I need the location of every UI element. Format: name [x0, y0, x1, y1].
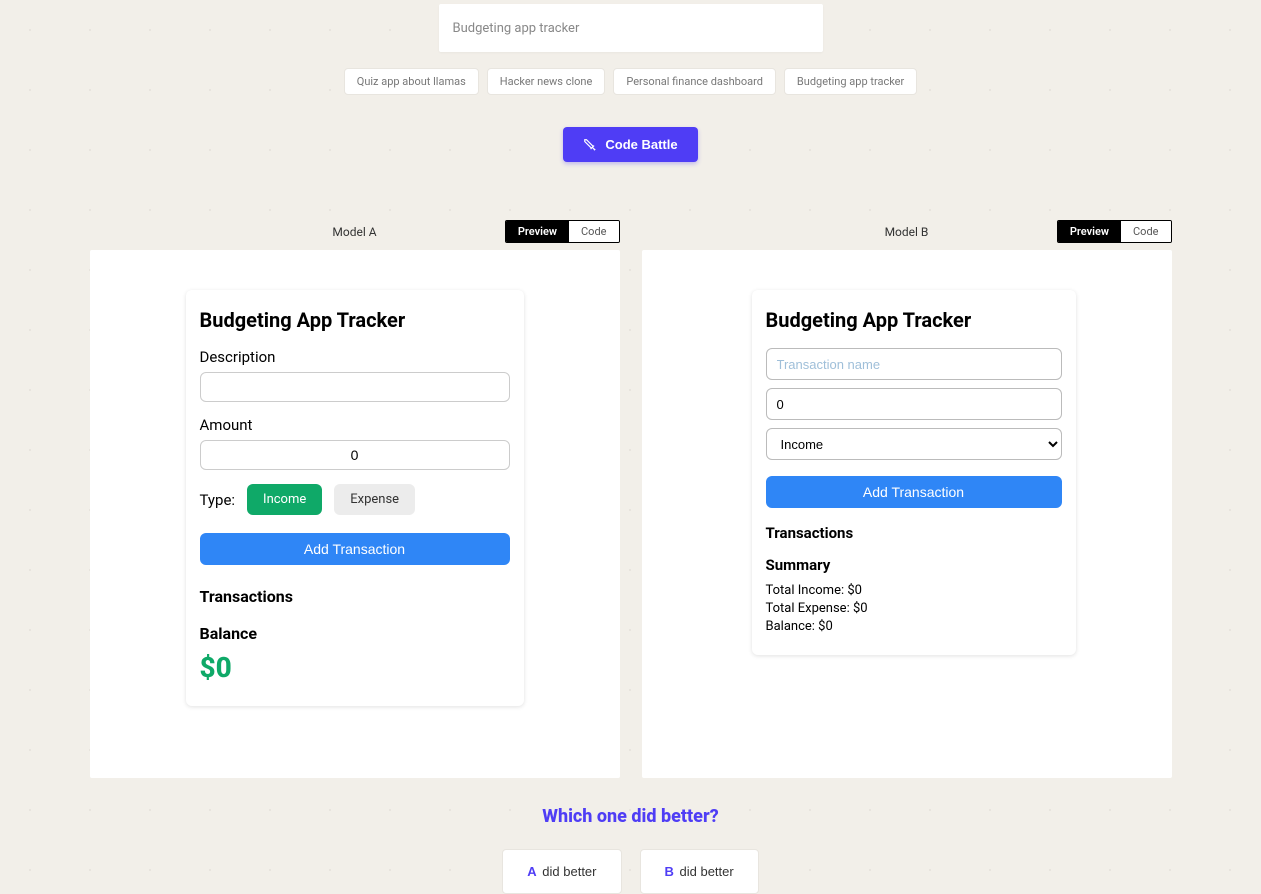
panel-a-code-tab[interactable]: Code: [569, 221, 618, 242]
panel-model-a: Model A Preview Code Budgeting App Track…: [90, 220, 620, 778]
vote-b-letter: B: [665, 864, 674, 879]
vote-a-button[interactable]: A did better: [502, 849, 621, 894]
chip-budgeting-tracker[interactable]: Budgeting app tracker: [784, 68, 917, 95]
app-b-add-transaction-button[interactable]: Add Transaction: [766, 476, 1062, 508]
panel-b-view-toggle: Preview Code: [1057, 220, 1172, 243]
app-a-transactions-heading: Transactions: [200, 587, 510, 606]
chip-hacker-news[interactable]: Hacker news clone: [487, 68, 606, 95]
code-battle-label: Code Battle: [605, 137, 677, 152]
panel-a-body: Budgeting App Tracker Description Amount…: [90, 250, 620, 778]
app-b-total-expense: Total Expense: $0: [766, 600, 1062, 618]
app-a-description-input[interactable]: [200, 372, 510, 402]
chip-personal-finance[interactable]: Personal finance dashboard: [613, 68, 776, 95]
app-a-add-transaction-button[interactable]: Add Transaction: [200, 533, 510, 565]
code-battle-button[interactable]: Code Battle: [563, 127, 697, 162]
prompt-input-text: Budgeting app tracker: [453, 21, 580, 36]
panel-b-title: Model B: [885, 225, 929, 239]
panel-a-view-toggle: Preview Code: [505, 220, 620, 243]
app-b-type-select[interactable]: Income: [766, 428, 1062, 460]
app-b-title: Budgeting App Tracker: [766, 308, 1062, 332]
swords-icon: [583, 138, 597, 152]
app-a-amount-label: Amount: [200, 416, 510, 434]
app-a-expense-button[interactable]: Expense: [334, 484, 415, 515]
app-b-card: Budgeting App Tracker Income Add Transac…: [752, 290, 1076, 655]
app-b-amount-input[interactable]: [766, 388, 1062, 420]
panel-b-code-tab[interactable]: Code: [1121, 221, 1170, 242]
panel-b-preview-tab[interactable]: Preview: [1058, 221, 1121, 242]
panel-a-title: Model A: [332, 225, 376, 239]
vote-b-button[interactable]: B did better: [640, 849, 759, 894]
chip-quiz-llamas[interactable]: Quiz app about llamas: [344, 68, 479, 95]
panel-model-b: Model B Preview Code Budgeting App Track…: [642, 220, 1172, 778]
vote-b-text: did better: [676, 864, 734, 879]
vote-title: Which one did better?: [0, 806, 1261, 827]
app-b-balance: Balance: $0: [766, 618, 1062, 636]
panel-a-preview-tab[interactable]: Preview: [506, 221, 569, 242]
prompt-input[interactable]: Budgeting app tracker: [439, 4, 823, 52]
app-a-balance-label: Balance: [200, 624, 510, 643]
app-b-summary-heading: Summary: [766, 556, 1062, 574]
app-b-name-input[interactable]: [766, 348, 1062, 380]
app-a-title: Budgeting App Tracker: [200, 308, 510, 332]
app-b-total-income: Total Income: $0: [766, 582, 1062, 600]
app-a-description-label: Description: [200, 348, 510, 366]
panel-b-body: Budgeting App Tracker Income Add Transac…: [642, 250, 1172, 778]
app-a-balance-value: $0: [200, 651, 510, 684]
vote-a-letter: A: [527, 864, 536, 879]
app-a-amount-input[interactable]: [200, 440, 510, 470]
app-a-type-label: Type:: [200, 491, 236, 509]
app-a-card: Budgeting App Tracker Description Amount…: [186, 290, 524, 706]
app-a-income-button[interactable]: Income: [247, 484, 322, 515]
suggestion-chips: Quiz app about llamas Hacker news clone …: [344, 68, 918, 95]
vote-a-text: did better: [539, 864, 597, 879]
app-b-transactions-heading: Transactions: [766, 524, 1062, 542]
